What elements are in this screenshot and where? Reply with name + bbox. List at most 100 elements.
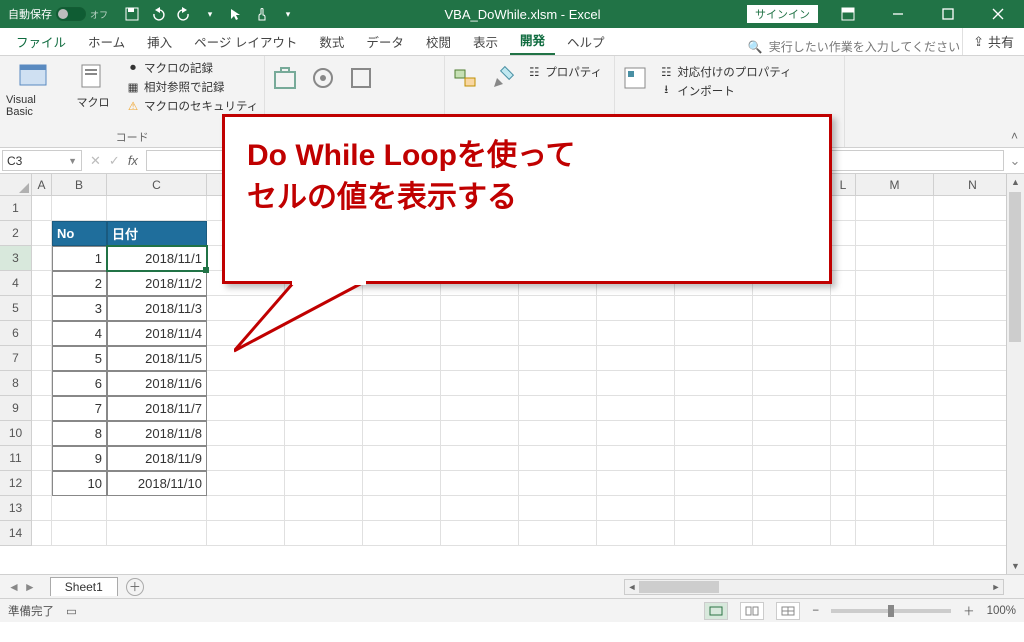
cell-K14[interactable] (753, 521, 831, 546)
cell-B8[interactable]: 6 (52, 371, 107, 396)
new-sheet-button[interactable]: ＋ (126, 578, 144, 596)
close-button[interactable] (978, 0, 1018, 28)
cell-N8[interactable] (934, 371, 1012, 396)
cell-D13[interactable] (207, 496, 285, 521)
row-header-8[interactable]: 8 (0, 371, 32, 396)
row-header-4[interactable]: 4 (0, 271, 32, 296)
cell-F8[interactable] (363, 371, 441, 396)
horizontal-scrollbar[interactable]: ◄ ► (624, 579, 1004, 595)
cell-L13[interactable] (831, 496, 856, 521)
enter-formula-icon[interactable]: ✓ (109, 153, 120, 169)
excel-addins-icon[interactable] (347, 64, 375, 95)
cell-N1[interactable] (934, 196, 1012, 221)
cell-L10[interactable] (831, 421, 856, 446)
cancel-formula-icon[interactable]: ✕ (90, 153, 101, 169)
macro-button[interactable]: マクロ (66, 60, 120, 129)
sheet-tab[interactable]: Sheet1 (50, 577, 118, 596)
cell-J11[interactable] (675, 446, 753, 471)
cell-H11[interactable] (519, 446, 597, 471)
cell-J13[interactable] (675, 496, 753, 521)
maximize-button[interactable] (928, 0, 968, 28)
collapse-ribbon-icon[interactable]: ˄ (1011, 129, 1018, 143)
signin-button[interactable]: サインイン (747, 5, 818, 23)
cell-C8[interactable]: 2018/11/6 (107, 371, 207, 396)
qat-more-icon[interactable]: ▾ (280, 6, 296, 22)
cell-C1[interactable] (107, 196, 207, 221)
row-header-11[interactable]: 11 (0, 446, 32, 471)
cell-N5[interactable] (934, 296, 1012, 321)
cell-D14[interactable] (207, 521, 285, 546)
relative-ref-button[interactable]: ▦相対参照で記録 (126, 79, 258, 95)
cell-E9[interactable] (285, 396, 363, 421)
col-header-L[interactable]: L (831, 174, 856, 196)
sheet-nav-prev-icon[interactable]: ◄ (8, 580, 20, 594)
cell-M6[interactable] (856, 321, 934, 346)
row-header-9[interactable]: 9 (0, 396, 32, 421)
com-addins-icon[interactable] (309, 64, 337, 95)
cell-I12[interactable] (597, 471, 675, 496)
cell-F11[interactable] (363, 446, 441, 471)
cell-M1[interactable] (856, 196, 934, 221)
cell-N6[interactable] (934, 321, 1012, 346)
cell-N14[interactable] (934, 521, 1012, 546)
cell-K9[interactable] (753, 396, 831, 421)
view-normal-button[interactable] (704, 602, 728, 620)
cell-J9[interactable] (675, 396, 753, 421)
ribbon-options-icon[interactable] (828, 0, 868, 28)
cursor-icon[interactable] (228, 6, 244, 22)
cell-B1[interactable] (52, 196, 107, 221)
cell-B6[interactable]: 4 (52, 321, 107, 346)
cell-L3[interactable] (831, 246, 856, 271)
cell-K11[interactable] (753, 446, 831, 471)
cell-N4[interactable] (934, 271, 1012, 296)
cell-M13[interactable] (856, 496, 934, 521)
cell-F12[interactable] (363, 471, 441, 496)
cell-M14[interactable] (856, 521, 934, 546)
qat-dropdown-icon[interactable]: ▾ (202, 6, 218, 22)
cell-B9[interactable]: 7 (52, 396, 107, 421)
cell-C5[interactable]: 2018/11/3 (107, 296, 207, 321)
cell-A11[interactable] (32, 446, 52, 471)
cell-G13[interactable] (441, 496, 519, 521)
zoom-slider[interactable] (831, 609, 951, 613)
tab-6[interactable]: 表示 (463, 28, 508, 55)
cell-J10[interactable] (675, 421, 753, 446)
macro-record-status-icon[interactable]: ▭ (66, 604, 77, 618)
row-header-2[interactable]: 2 (0, 221, 32, 246)
cell-A8[interactable] (32, 371, 52, 396)
row-header-1[interactable]: 1 (0, 196, 32, 221)
cell-J8[interactable] (675, 371, 753, 396)
row-header-5[interactable]: 5 (0, 296, 32, 321)
cell-C13[interactable] (107, 496, 207, 521)
view-layout-button[interactable] (740, 602, 764, 620)
col-header-M[interactable]: M (856, 174, 934, 196)
source-icon[interactable] (621, 64, 649, 95)
cell-H8[interactable] (519, 371, 597, 396)
cell-I10[interactable] (597, 421, 675, 446)
cell-L1[interactable] (831, 196, 856, 221)
visual-basic-button[interactable]: Visual Basic (6, 60, 60, 129)
map-properties-button[interactable]: ☷対応付けのプロパティ (659, 64, 791, 80)
touch-mode-icon[interactable] (254, 6, 270, 22)
cell-E10[interactable] (285, 421, 363, 446)
cell-L8[interactable] (831, 371, 856, 396)
cell-C4[interactable]: 2018/11/2 (107, 271, 207, 296)
record-macro-button[interactable]: ⏺マクロの記録 (126, 60, 258, 76)
cell-H13[interactable] (519, 496, 597, 521)
tab-4[interactable]: データ (356, 28, 414, 55)
cell-F10[interactable] (363, 421, 441, 446)
cell-C2[interactable]: 日付 (107, 221, 207, 246)
cell-J12[interactable] (675, 471, 753, 496)
row-header-14[interactable]: 14 (0, 521, 32, 546)
cell-H10[interactable] (519, 421, 597, 446)
redo-icon[interactable] (176, 6, 192, 22)
cell-M12[interactable] (856, 471, 934, 496)
cell-I14[interactable] (597, 521, 675, 546)
row-header-12[interactable]: 12 (0, 471, 32, 496)
row-header-6[interactable]: 6 (0, 321, 32, 346)
cell-A6[interactable] (32, 321, 52, 346)
row-header-7[interactable]: 7 (0, 346, 32, 371)
import-button[interactable]: ⭳インポート (659, 83, 791, 99)
cell-G10[interactable] (441, 421, 519, 446)
name-box[interactable]: C3 ▼ (2, 150, 82, 171)
